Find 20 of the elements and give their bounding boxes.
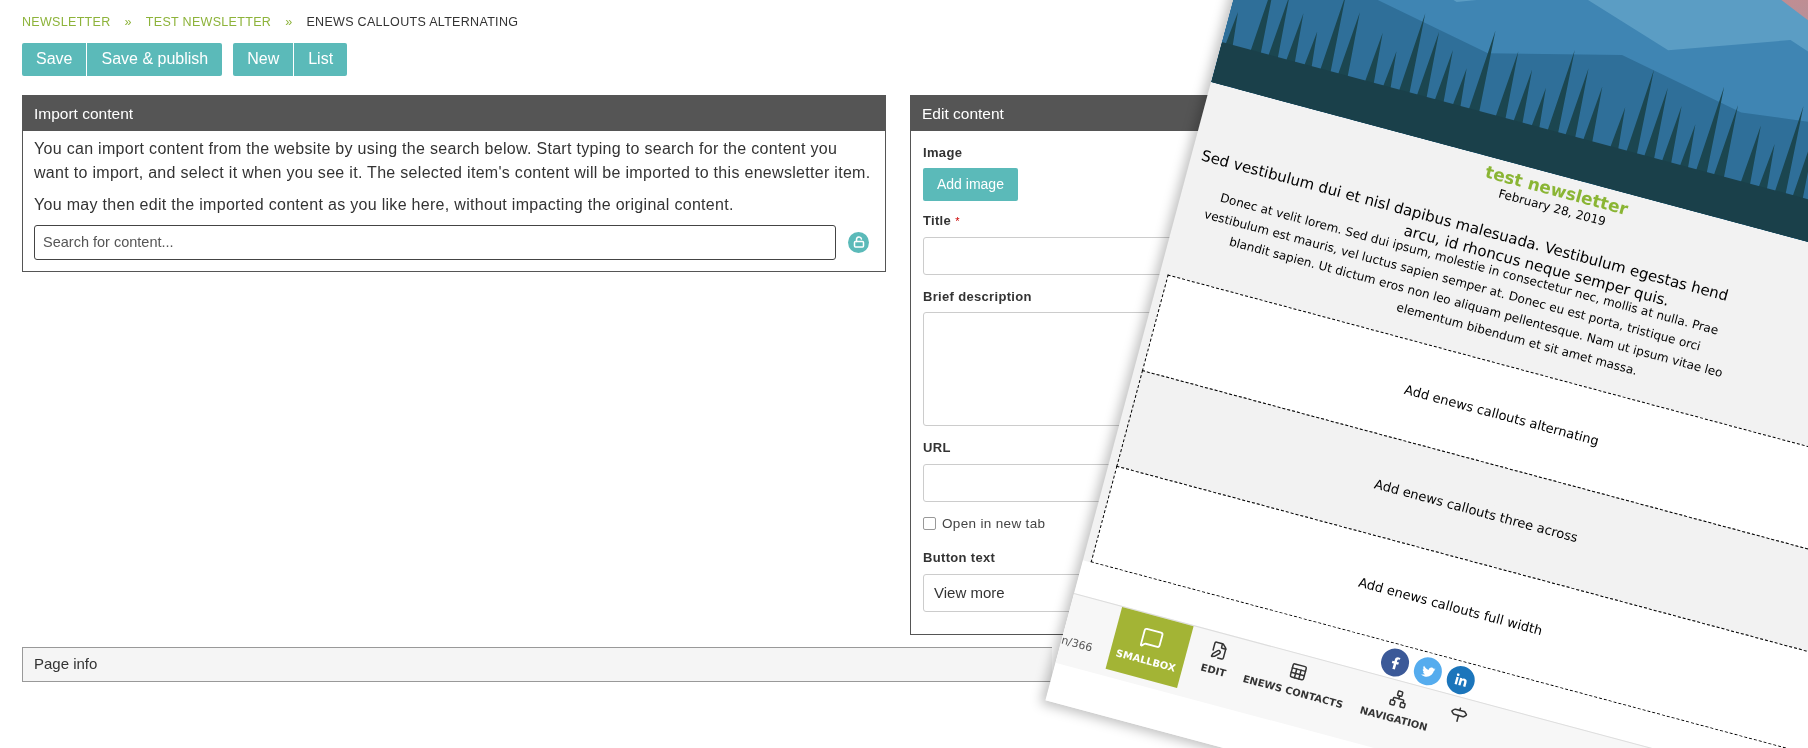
help-paragraph: You can import content from the website by using the search below. Start typing to search for the content you want to import, and select it when you see it. The selected item's content will be imported to this enewsletter item.	[34, 138, 872, 183]
field-label: Brief description	[923, 287, 1032, 306]
field-label: Button text	[923, 549, 996, 567]
checkbox-label: Open in new tab	[942, 514, 1046, 533]
toolbar-tab[interactable]: EDIT	[1199, 638, 1234, 681]
panel-header: Import content	[23, 95, 885, 131]
breadcrumb-separator: »	[124, 14, 132, 31]
page-info-bar[interactable]: Page info	[22, 646, 1052, 682]
field-label: URL	[923, 439, 951, 458]
search-field[interactable]: Search for content...	[34, 224, 836, 260]
table-icon	[1287, 660, 1310, 683]
field-label: Title	[923, 212, 952, 231]
unlock-icon[interactable]	[848, 231, 869, 253]
help-paragraph: You may then edit the imported content as you like here, without impacting the original content.	[34, 194, 735, 215]
breadcrumb-separator: »	[285, 14, 293, 31]
field-label: Image	[923, 143, 963, 162]
status-text: n/366	[1059, 632, 1095, 657]
checkbox[interactable]	[923, 517, 936, 531]
breadcrumb-current: ENEWS CALLOUTS ALTERNATING	[306, 14, 519, 31]
required-mark: *	[955, 213, 960, 229]
